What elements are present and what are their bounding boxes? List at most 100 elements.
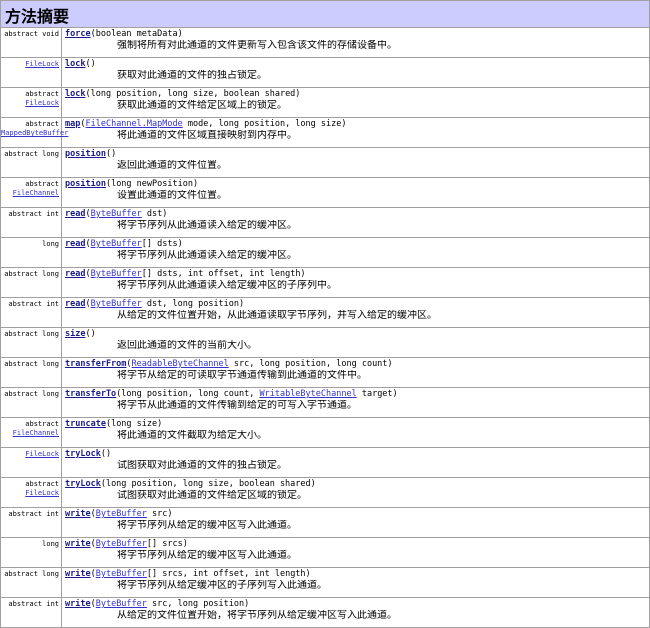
method-modifier: abstract long (0, 267, 62, 298)
method-description: 将字节从给定的可读取字节通道传输到此通道的文件中。 (117, 370, 367, 381)
method-description: 试图获取对此通道的文件给定区域的锁定。 (117, 490, 307, 501)
modifier-text: abstract (25, 180, 59, 188)
method-signature: write(ByteBuffer[] srcs) (65, 539, 649, 550)
method-name-link[interactable]: lock (65, 89, 85, 99)
method-description: 将此通道的文件区域直接映射到内存中。 (117, 130, 297, 141)
method-modifier: abstract long (0, 357, 62, 388)
method-signature: position() (65, 149, 649, 160)
method-name-link[interactable]: write (65, 569, 91, 579)
modifier-text: abstract long (4, 150, 59, 158)
method-name-link[interactable]: read (65, 269, 85, 279)
method-name-link[interactable]: read (65, 299, 85, 309)
signature-text: (boolean metaData) (90, 29, 183, 39)
param-type-link[interactable]: ByteBuffer (91, 239, 142, 249)
method-detail: write(ByteBuffer[] srcs, int offset, int… (61, 567, 650, 598)
method-detail: read(ByteBuffer dst) 将字节序列从此通道读入给定的缓冲区。 (61, 207, 650, 238)
method-description: 从给定的文件位置开始，将字节序列从给定缓冲区写入此通道。 (117, 610, 397, 621)
method-name-link[interactable]: tryLock (65, 449, 101, 459)
method-row: FileLock tryLock() 试图获取对此通道的文件的独占锁定。 (0, 447, 650, 478)
method-detail: force(boolean metaData) 强制将所有对此通道的文件更新写入包… (61, 27, 650, 58)
method-name-link[interactable]: read (65, 239, 85, 249)
modifier-text: abstract (25, 90, 59, 98)
method-summary-title: 方法摘要 (0, 0, 650, 28)
method-signature: read(ByteBuffer dst) (65, 209, 649, 220)
method-name-link[interactable]: write (65, 509, 91, 519)
param-type-link[interactable]: ByteBuffer (91, 299, 142, 309)
method-detail: read(ByteBuffer dst, long position) 从给定的文… (61, 297, 650, 328)
return-type-link[interactable]: FileChannel (1, 429, 59, 438)
method-name-link[interactable]: position (65, 149, 106, 159)
return-type-link[interactable]: FileChannel (1, 189, 59, 198)
method-detail: write(ByteBuffer src) 将字节序列从给定的缓冲区写入此通道。 (61, 507, 650, 538)
method-row: abstract FileChannel position(long newPosi… (0, 177, 650, 208)
method-name-link[interactable]: position (65, 179, 106, 189)
method-name-link[interactable]: tryLock (65, 479, 101, 489)
method-modifier: abstract int (0, 297, 62, 328)
method-row: long write(ByteBuffer[] srcs) 将字节序列从给定的缓冲区… (0, 537, 650, 568)
method-rows: abstract void force(boolean metaData) 强制将所… (0, 27, 650, 628)
return-type-link[interactable]: FileLock (1, 99, 59, 108)
method-row: abstract long transferFrom(ReadableByteCh… (0, 357, 650, 388)
method-detail: position(long newPosition) 设置此通道的文件位置。 (61, 177, 650, 208)
method-name-link[interactable]: size (65, 329, 85, 339)
signature-text: () (85, 59, 96, 69)
method-name-link[interactable]: map (65, 119, 80, 129)
method-signature: lock(long position, long size, boolean s… (65, 89, 649, 100)
modifier-text: abstract long (4, 570, 59, 578)
param-type-link[interactable]: ByteBuffer (96, 539, 147, 549)
signature-text: [] srcs) (146, 539, 188, 549)
param-type-link[interactable]: FileChannel.MapMode (85, 119, 182, 129)
param-type-link[interactable]: ByteBuffer (91, 269, 142, 279)
modifier-text: abstract int (8, 210, 59, 218)
param-type-link[interactable]: ByteBuffer (96, 599, 147, 609)
signature-text: () (105, 149, 117, 159)
param-type-link[interactable]: WritableByteChannel (259, 389, 356, 399)
return-type-link[interactable]: MappedByteBuffer (1, 129, 68, 138)
method-description: 将字节序列从此通道读入给定的缓冲区。 (117, 250, 297, 261)
method-name-link[interactable]: transferTo (65, 389, 116, 399)
method-name-link[interactable]: write (65, 599, 91, 609)
method-signature: write(ByteBuffer src) (65, 509, 649, 520)
modifier-text: abstract long (4, 270, 59, 278)
param-type-link[interactable]: ReadableByteChannel (132, 359, 229, 369)
method-name-link[interactable]: truncate (65, 419, 106, 429)
method-signature: read(ByteBuffer[] dsts) (65, 239, 649, 250)
method-modifier: abstract long (0, 327, 62, 358)
signature-text: (long position, long count, (116, 389, 260, 399)
method-detail: transferFrom(ReadableByteChannel src, lo… (61, 357, 650, 388)
method-row: abstract void force(boolean metaData) 强制将所… (0, 27, 650, 58)
method-row: abstract int read(ByteBuffer dst) 将字节序列从此通… (0, 207, 650, 238)
return-type-link[interactable]: FileLock (1, 489, 59, 498)
method-signature: position(long newPosition) (65, 179, 649, 190)
method-row: abstract long read(ByteBuffer[] dsts, int… (0, 267, 650, 298)
method-modifier: abstract FileLock (0, 87, 62, 118)
method-description: 获取对此通道的文件的独占锁定。 (117, 70, 267, 81)
method-signature: lock() (65, 59, 649, 70)
method-row: abstract int write(ByteBuffer src) 将字节序列从给… (0, 507, 650, 538)
method-row: long read(ByteBuffer[] dsts) 将字节序列从此通道读入给定… (0, 237, 650, 268)
method-modifier: abstract int (0, 207, 62, 238)
method-name-link[interactable]: read (65, 209, 85, 219)
param-type-link[interactable]: ByteBuffer (91, 209, 142, 219)
return-type-link[interactable]: FileLock (1, 450, 59, 459)
return-type-link[interactable]: FileLock (1, 60, 59, 69)
method-name-link[interactable]: force (65, 29, 91, 39)
method-modifier: abstract FileLock (0, 477, 62, 508)
method-modifier: abstract int (0, 597, 62, 628)
signature-text: dst) (141, 209, 168, 219)
method-modifier: abstract int (0, 507, 62, 538)
signature-text: src) (146, 509, 173, 519)
param-type-link[interactable]: ByteBuffer (96, 509, 147, 519)
method-modifier: abstract MappedByteBuffer (0, 117, 68, 148)
method-detail: lock() 获取对此通道的文件的独占锁定。 (61, 57, 650, 88)
method-name-link[interactable]: lock (65, 59, 85, 69)
method-row: abstract FileLock lock(long position, long… (0, 87, 650, 118)
method-detail: size() 返回此通道的文件的当前大小。 (61, 327, 650, 358)
method-name-link[interactable]: write (65, 539, 91, 549)
modifier-text: abstract (25, 420, 59, 428)
modifier-text: abstract (25, 480, 59, 488)
param-type-link[interactable]: ByteBuffer (96, 569, 147, 579)
modifier-text: abstract long (4, 360, 59, 368)
method-name-link[interactable]: transferFrom (65, 359, 126, 369)
modifier-text: abstract (25, 120, 59, 128)
